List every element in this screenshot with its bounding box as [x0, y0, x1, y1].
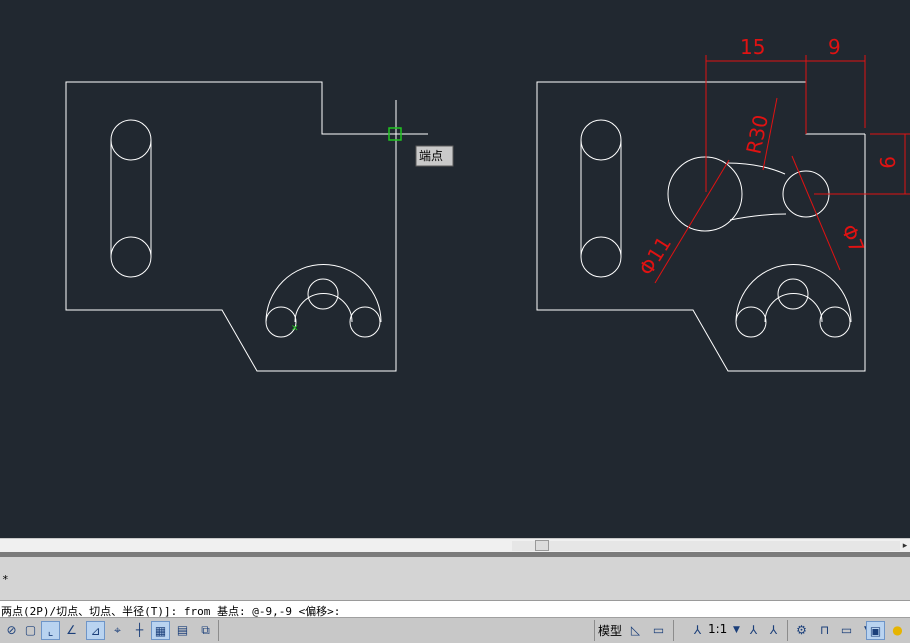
- right-slot-bottom-circle: [580, 236, 622, 278]
- dimension-text: 15 9 R30 9 Φ11 Φ7: [634, 35, 899, 280]
- status-divider: [673, 620, 674, 641]
- auto-scale-icon[interactable]: ⅄: [764, 621, 783, 640]
- left-part-outline: [65, 81, 428, 372]
- dim-9-top: 9: [828, 35, 841, 59]
- clean-screen-icon[interactable]: ●: [888, 621, 907, 640]
- right-part-outline: [536, 81, 866, 372]
- scroll-right-icon[interactable]: ▸: [900, 539, 910, 553]
- right-slot-top-circle: [580, 119, 622, 161]
- status-divider: [594, 620, 595, 641]
- right-arc-hole-left: [735, 306, 767, 338]
- lweight-icon[interactable]: ▤: [173, 621, 192, 640]
- command-history-line: *: [2, 573, 9, 586]
- layout-grid-icon[interactable]: ▭: [649, 621, 668, 640]
- isolate-icon[interactable]: ▣: [866, 621, 885, 640]
- command-history: *: [0, 557, 910, 600]
- polar-icon[interactable]: ∠: [62, 621, 81, 640]
- right-part-drawing: [536, 81, 866, 372]
- snap-icon[interactable]: ⊘: [2, 621, 21, 640]
- left-slot-bottom-circle: [110, 236, 152, 278]
- dim-phi7: Φ7: [836, 221, 869, 256]
- layout-icon[interactable]: ◺: [626, 621, 645, 640]
- ducs-icon[interactable]: ┼: [130, 621, 149, 640]
- endpoint-tooltip: 端点: [415, 145, 454, 167]
- left-part-drawing: [65, 81, 428, 372]
- dim-15: 15: [740, 35, 765, 59]
- endpoint-tooltip-label: 端点: [419, 149, 443, 163]
- scroll-thumb[interactable]: [535, 540, 549, 551]
- dimension-annotations: [654, 55, 910, 284]
- dim-9-right: 9: [875, 156, 899, 169]
- hardware-icon[interactable]: ▭: [837, 621, 856, 640]
- otrack-icon[interactable]: ⌖: [108, 621, 127, 640]
- left-arc-hole-right: [349, 306, 381, 338]
- tpy-icon[interactable]: ⧉: [196, 621, 215, 640]
- lock-icon[interactable]: ⊓: [815, 621, 834, 640]
- horizontal-scrollbar[interactable]: ◂ ▸: [0, 538, 910, 553]
- right-tangent-arc-bottom: [729, 213, 787, 221]
- dim-phi11: Φ11: [634, 232, 676, 280]
- status-divider: [787, 620, 788, 641]
- snap-green-cross: ✕: [291, 324, 299, 334]
- dim-r30: R30: [741, 113, 773, 156]
- annotation-visibility-icon[interactable]: ⅄: [744, 621, 763, 640]
- left-slot-top-circle: [110, 119, 152, 161]
- model-tab-label[interactable]: 模型: [598, 622, 622, 639]
- workspace-icon[interactable]: ⚙: [792, 621, 811, 640]
- annotation-scale-icon[interactable]: ⅄: [688, 621, 707, 640]
- drawing-canvas[interactable]: ✕ 端点 15 9 R30 9 Φ11 Φ7: [0, 0, 910, 538]
- ortho-icon[interactable]: ⌞: [41, 621, 60, 640]
- right-arc-hole-right: [819, 306, 851, 338]
- grid-icon[interactable]: ▢: [21, 621, 40, 640]
- status-bar: ⊘ ▢ ⌞ ∠ ⊿ ⌖ ┼ ▦ ▤ ⧉ 模型 ◺ ▭ ⅄ 1:1 ▼ ⅄ ⅄ ⚙…: [0, 617, 910, 643]
- scroll-track[interactable]: [512, 541, 900, 551]
- right-tangent-arc-top: [726, 162, 786, 175]
- status-divider: [218, 620, 219, 641]
- left-arc-inner: [294, 293, 353, 323]
- right-arc-inner: [764, 293, 823, 323]
- dyn-icon[interactable]: ▦: [151, 621, 170, 640]
- command-line[interactable]: 两点(2P)/切点、切点、半径(T)]: from 基点: @-9,-9 <偏移…: [0, 600, 910, 618]
- annotation-scale-label[interactable]: 1:1: [708, 622, 727, 636]
- osnap-icon[interactable]: ⊿: [86, 621, 105, 640]
